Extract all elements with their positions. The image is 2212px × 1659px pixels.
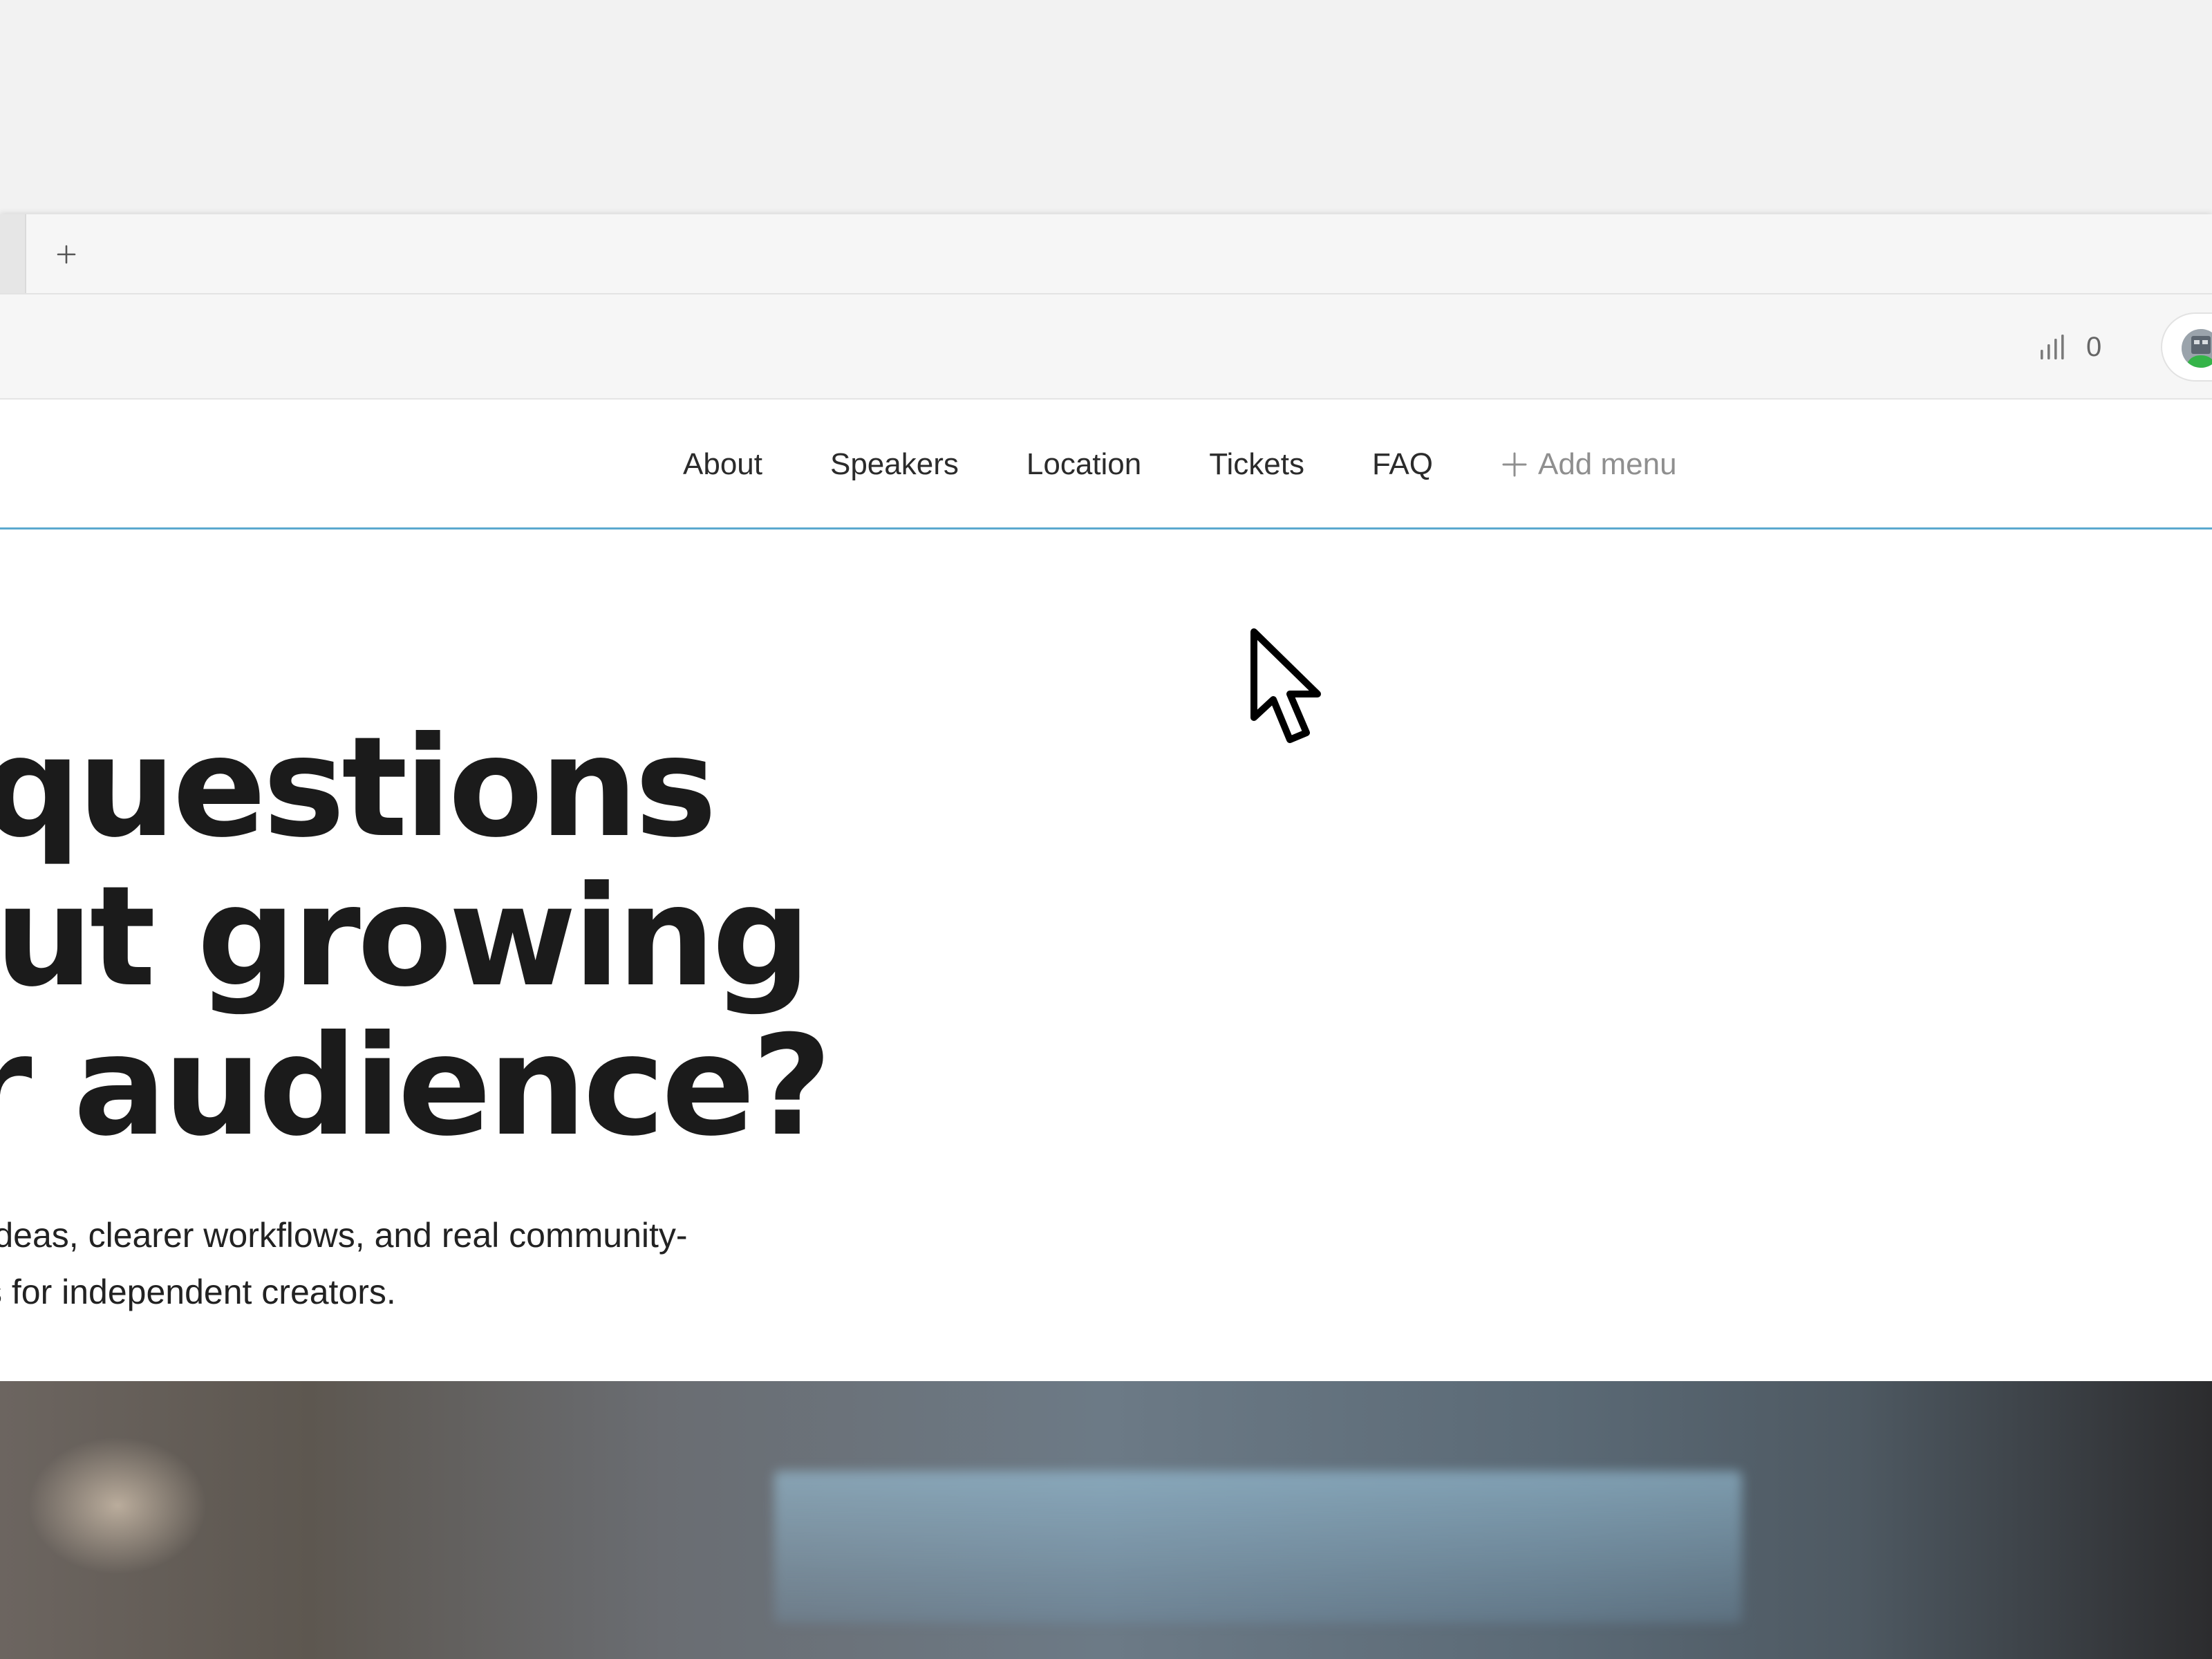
hero-subtitle: ractical ideas, clearer workflows, and r… — [0, 1207, 688, 1320]
avatar — [2182, 329, 2212, 368]
analytics-button[interactable]: 0 — [2038, 325, 2101, 369]
site-navigation: About Speakers Location Tickets FAQ Add … — [0, 400, 2212, 529]
hero-image — [0, 1381, 2212, 1659]
nav-item-speakers[interactable]: Speakers — [830, 447, 959, 482]
new-tab-button[interactable] — [44, 232, 88, 276]
add-menu-label: Add menu — [1537, 447, 1677, 481]
hero-subtitle-line: s for independent creators. — [0, 1273, 396, 1311]
image-screen-blur — [774, 1471, 1742, 1623]
nav-menu: About Speakers Location Tickets FAQ Add … — [683, 400, 1677, 529]
nav-item-tickets[interactable]: Tickets — [1209, 447, 1304, 482]
desktop-background — [0, 0, 2212, 214]
analytics-count: 0 — [2086, 331, 2102, 362]
plus-icon — [57, 245, 76, 264]
nav-item-faq[interactable]: FAQ — [1372, 447, 1433, 482]
tab-bar — [0, 214, 2212, 294]
hero-title-line: out growing — [0, 856, 811, 1018]
plus-icon — [1502, 452, 1527, 477]
browser-tab[interactable] — [0, 214, 26, 293]
hero-title: questions out growing r audience? — [0, 707, 832, 1167]
hero-title-line: r audience? — [0, 1006, 832, 1167]
add-menu-button[interactable]: Add menu — [1501, 447, 1677, 482]
avatar-image — [2182, 329, 2212, 368]
browser-toolbar: 0 — [0, 294, 2212, 400]
nav-item-location[interactable]: Location — [1027, 447, 1141, 482]
hero-title-line: questions — [0, 707, 717, 868]
nav-item-about[interactable]: About — [683, 447, 762, 482]
hero-subtitle-line: ractical ideas, clearer workflows, and r… — [0, 1216, 688, 1255]
screen: 0 About Speakers Location Tickets FAQ Ad… — [0, 0, 2212, 1659]
profile-button[interactable] — [2161, 312, 2212, 382]
image-light-blur — [28, 1436, 207, 1575]
bar-chart-icon — [2041, 335, 2064, 359]
